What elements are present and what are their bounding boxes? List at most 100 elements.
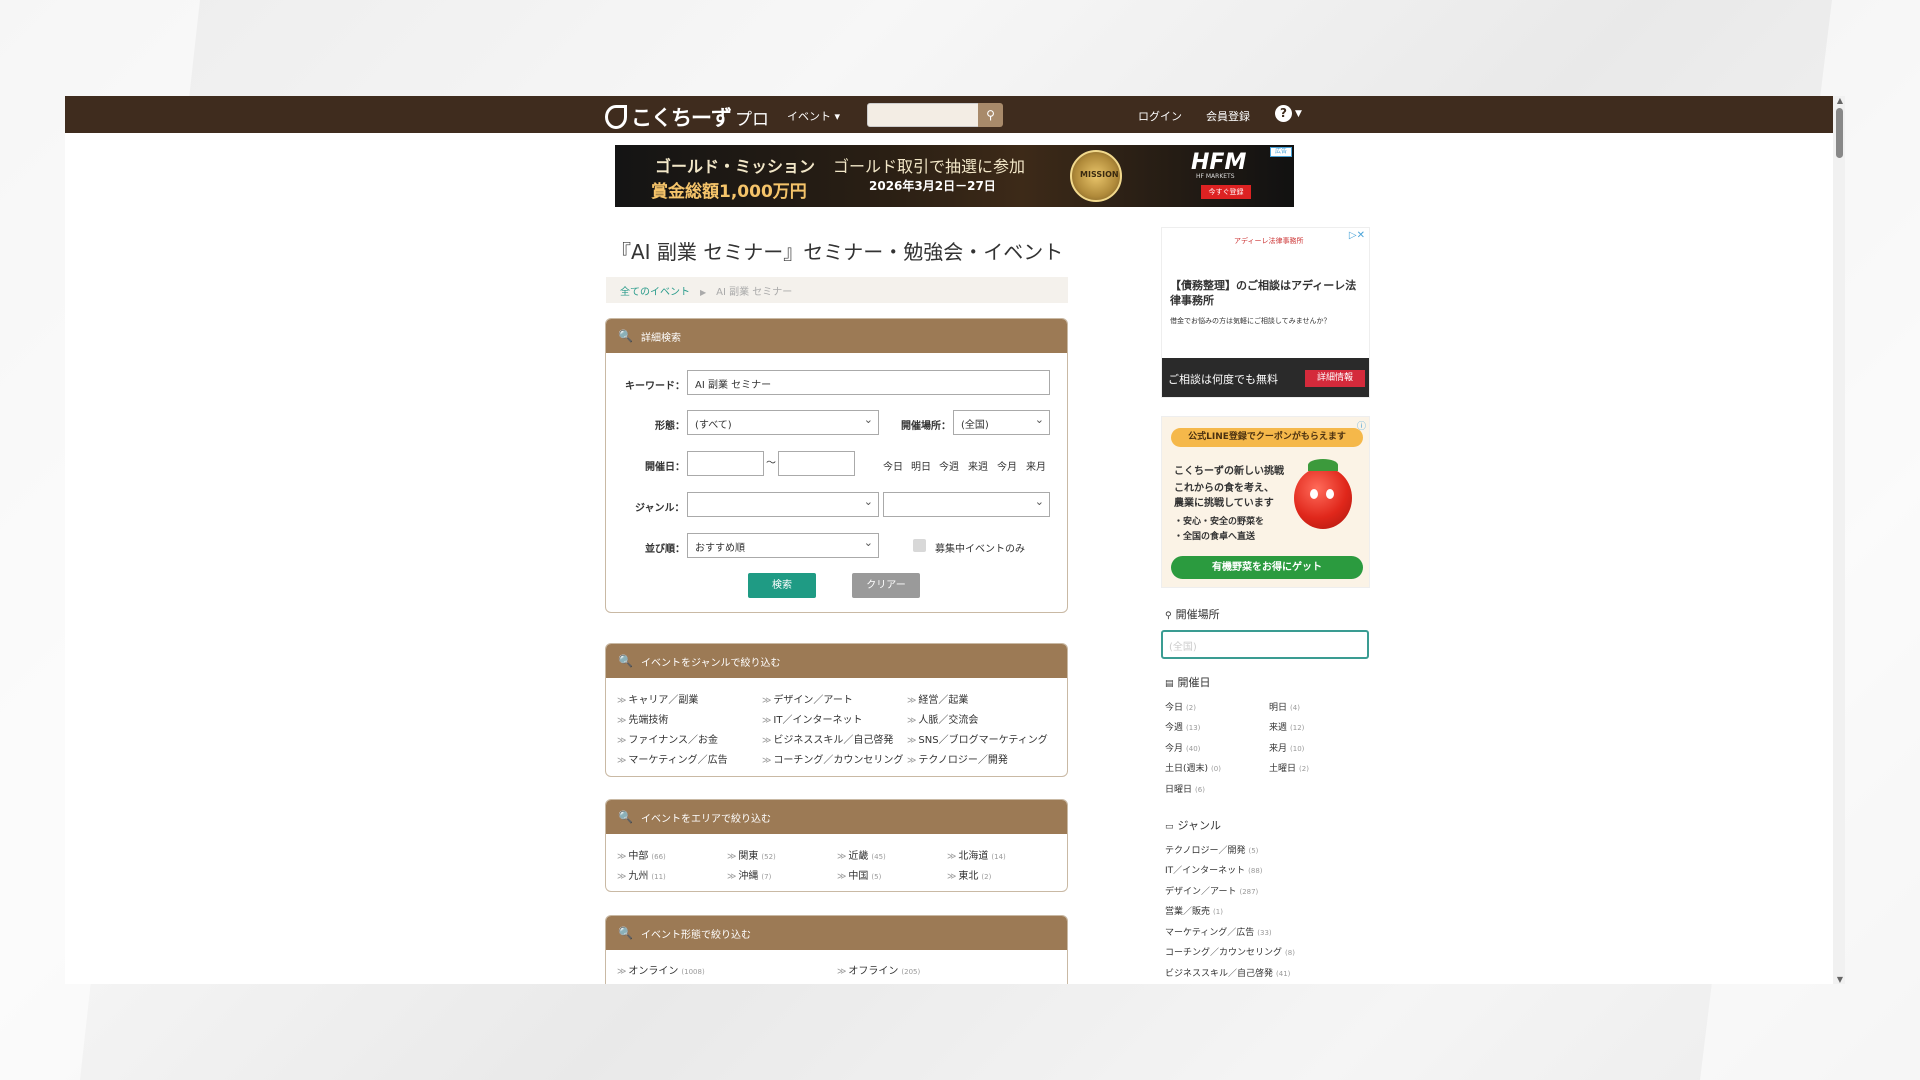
date-to-input[interactable] — [778, 451, 855, 476]
date-filter-link[interactable]: 土日(週末) (0) — [1165, 761, 1221, 774]
banner-ad[interactable]: ゴールド・ミッション 賞金総額1,000万円 ゴールド取引で抽選に参加 2026… — [615, 145, 1294, 207]
genre-select-1[interactable] — [687, 492, 879, 517]
genre-filter-link[interactable]: コーチング／カウンセリング (8) — [1165, 945, 1295, 958]
keyword-input[interactable]: AI 副業 セミナー — [687, 370, 1050, 395]
genre-link[interactable]: ≫ 先端技術 — [617, 711, 668, 726]
search-icon: 🔍 — [618, 810, 633, 824]
date-label: 開催日： — [645, 462, 685, 473]
medal-icon: MISSION — [1070, 150, 1122, 202]
quick-date-this-month[interactable]: 今月 — [997, 458, 1017, 473]
clear-button[interactable]: クリアー — [852, 573, 920, 598]
area-link[interactable]: ≫ 近畿 (45) — [837, 847, 886, 862]
date-separator: 〜 — [766, 458, 776, 469]
date-heading: ▤ 開催日 — [1165, 676, 1211, 689]
format-select[interactable]: (すべて) — [687, 410, 879, 435]
ad-title: 【債務整理】のご相談はアディーレ法律事務所 — [1170, 279, 1357, 307]
genre-link[interactable]: ≫ デザイン／アート — [762, 691, 853, 706]
genre-select-2[interactable] — [883, 492, 1050, 517]
format-link[interactable]: ≫ オフライン (205) — [837, 962, 920, 977]
banner-brand: HFM — [1191, 150, 1247, 175]
genre-link[interactable]: ≫ IT／インターネット — [762, 711, 862, 726]
format-panel-title: イベント形態で絞り込む — [640, 929, 751, 941]
genre-filter-link[interactable]: ビジネススキル／自己啓発 (41) — [1165, 966, 1290, 979]
location-filter-input[interactable]: (全国) — [1161, 630, 1369, 659]
login-link[interactable]: ログイン — [1138, 108, 1182, 124]
location-label: 開催場所： — [901, 421, 951, 432]
site-logo[interactable]: こくちーず プロ — [605, 102, 769, 132]
genre-link[interactable]: ≫ 人脈／交流会 — [907, 711, 978, 726]
scrollbar-thumb[interactable] — [1836, 108, 1843, 158]
breadcrumb: 全てのイベント ▶ AI 副業 セミナー — [606, 277, 1068, 303]
quick-date-next-week[interactable]: 来週 — [968, 458, 988, 473]
sort-select[interactable]: おすすめ順 — [687, 533, 879, 558]
banner-cta-button[interactable]: 今すぐ登録 — [1201, 185, 1251, 199]
date-filter-link[interactable]: 今週 (13) — [1165, 720, 1200, 733]
help-icon[interactable]: ? — [1275, 105, 1292, 122]
quick-date-tomorrow[interactable]: 明日 — [911, 458, 931, 473]
genre-panel-header: 🔍 イベントをジャンルで絞り込む — [606, 644, 1067, 678]
genre-link[interactable]: ≫ テクノロジー／開発 — [907, 751, 1008, 766]
date-filter-link[interactable]: 土曜日 (2) — [1269, 761, 1309, 774]
area-link[interactable]: ≫ 北海道 (14) — [947, 847, 1006, 862]
location-select[interactable]: (全国) — [953, 410, 1050, 435]
location-heading: ⚲ 開催場所 — [1165, 608, 1220, 621]
date-filter-link[interactable]: 明日 (4) — [1269, 700, 1300, 713]
area-link[interactable]: ≫ 九州 (11) — [617, 867, 666, 882]
genre-link[interactable]: ≫ ビジネススキル／自己啓発 — [762, 731, 893, 746]
genre-link[interactable]: ≫ キャリア／副業 — [617, 691, 698, 706]
ad-footer-text: ご相談は何度でも無料 — [1168, 373, 1278, 386]
search-button[interactable]: 検索 — [748, 573, 816, 598]
genre-heading: ▭ ジャンル — [1165, 819, 1221, 832]
date-filter-link[interactable]: 来月 (10) — [1269, 741, 1304, 754]
genre-filter-link[interactable]: マーケティング／広告 (33) — [1165, 925, 1272, 938]
date-filter-link[interactable]: 今日 (2) — [1165, 700, 1196, 713]
side-ad-vegetables[interactable]: ⓘ 公式LINE登録でクーポンがもらえます こくちーずの新しい挑戦 これからの食… — [1161, 416, 1370, 588]
chevron-down-icon[interactable]: ▼ — [1295, 109, 1302, 119]
ad-bullet1: ・安心・安全の野菜を — [1174, 517, 1265, 527]
ad-bullet2: ・全国の食卓へ直送 — [1174, 532, 1256, 542]
ad-vegetable-button[interactable]: 有機野菜をお得にゲット — [1171, 556, 1363, 579]
date-filter-link[interactable]: 来週 (12) — [1269, 720, 1304, 733]
genre-link[interactable]: ≫ マーケティング／広告 — [617, 751, 728, 766]
recruiting-checkbox[interactable] — [913, 539, 926, 552]
area-link[interactable]: ≫ 中部 (66) — [617, 847, 666, 862]
register-link[interactable]: 会員登録 — [1206, 108, 1250, 124]
area-link[interactable]: ≫ 関東 (52) — [727, 847, 776, 862]
scrollbar[interactable]: ▲ ▼ — [1833, 96, 1845, 984]
area-link[interactable]: ≫ 東北 (2) — [947, 867, 991, 882]
date-filter-link[interactable]: 今月 (40) — [1165, 741, 1200, 754]
ad-headline3: 農業に挑戦しています — [1174, 498, 1274, 509]
format-link[interactable]: ≫ オンライン (1008) — [617, 962, 705, 977]
ad-info-icon[interactable]: 広告 — [1270, 147, 1292, 157]
scroll-up-icon[interactable]: ▲ — [1837, 96, 1843, 105]
genre-link[interactable]: ≫ ファイナンス／お金 — [617, 731, 718, 746]
search-icon: 🔍 — [618, 926, 633, 940]
search-icon[interactable]: ⚲ — [978, 103, 1003, 127]
ad-choices-icon[interactable]: ▷✕ — [1349, 230, 1365, 241]
ad-detail-button[interactable]: 詳細情報 — [1305, 370, 1365, 387]
breadcrumb-all-events[interactable]: 全てのイベント — [620, 287, 690, 298]
genre-panel-title: イベントをジャンルで絞り込む — [640, 657, 781, 669]
search-icon: 🔍 — [618, 329, 633, 343]
scroll-down-icon[interactable]: ▼ — [1837, 975, 1843, 984]
genre-link[interactable]: ≫ 経営／起業 — [907, 691, 968, 706]
banner-line2: 賞金総額1,000万円 — [651, 182, 807, 202]
header-search-input[interactable] — [867, 103, 979, 127]
quick-date-next-month[interactable]: 来月 — [1026, 458, 1046, 473]
genre-link[interactable]: ≫ コーチング／カウンセリング — [762, 751, 903, 766]
search-panel-header: 🔍 詳細検索 — [606, 319, 1067, 353]
quick-date-this-week[interactable]: 今週 — [939, 458, 959, 473]
side-ad-legal[interactable]: アディーレ法律事務所 ▷✕ 【債務整理】のご相談はアディーレ法律事務所 借金でお… — [1161, 227, 1370, 398]
date-from-input[interactable] — [687, 451, 764, 476]
area-link[interactable]: ≫ 中国 (5) — [837, 867, 881, 882]
genre-filter-link[interactable]: デザイン／アート (287) — [1165, 884, 1258, 897]
genre-link[interactable]: ≫ SNS／ブログマーケティング — [907, 731, 1048, 746]
genre-filter-link[interactable]: IT／インターネット (88) — [1165, 863, 1263, 876]
event-menu[interactable]: イベント ▾ — [787, 108, 840, 124]
genre-filter-link[interactable]: テクノロジー／開発 (5) — [1165, 843, 1258, 856]
quick-date-today[interactable]: 今日 — [883, 458, 903, 473]
area-link[interactable]: ≫ 沖縄 (7) — [727, 867, 771, 882]
genre-filter-link[interactable]: 営業／販売 (1) — [1165, 904, 1223, 917]
search-panel-title: 詳細検索 — [640, 332, 681, 344]
date-filter-link[interactable]: 日曜日 (6) — [1165, 782, 1205, 795]
